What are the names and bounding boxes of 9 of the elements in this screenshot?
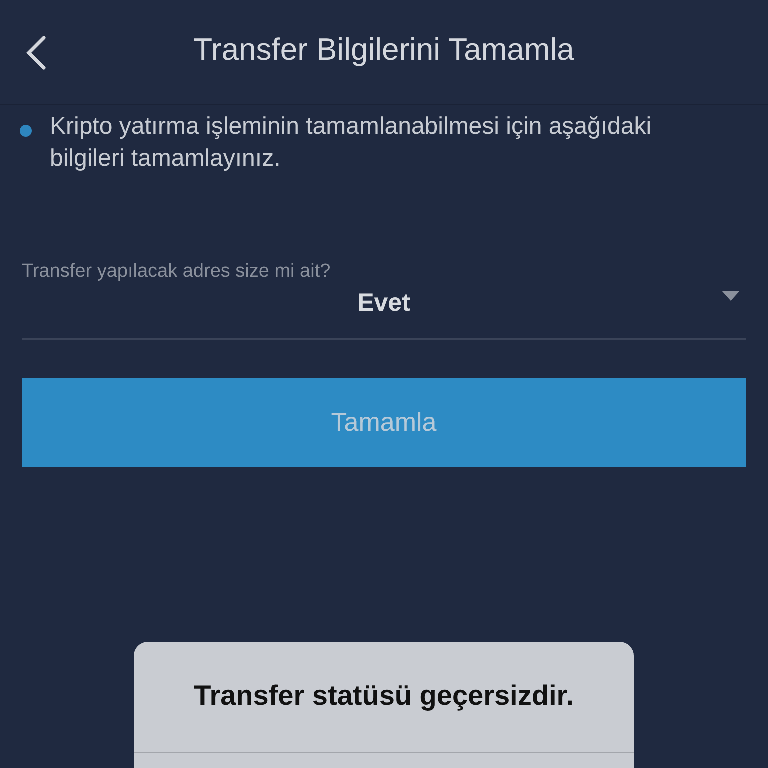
caret-icon bbox=[722, 291, 740, 301]
dropdown-field[interactable]: Transfer yapılacak adres size mi ait? Evet bbox=[22, 261, 746, 340]
page-title: Transfer Bilgilerini Tamamla bbox=[194, 32, 574, 68]
alert-message: Transfer statüsü geçersizdir. bbox=[194, 680, 574, 712]
bullet-icon bbox=[20, 125, 32, 137]
dropdown-value: Evet bbox=[358, 289, 410, 318]
back-icon[interactable] bbox=[24, 36, 48, 70]
dropdown-label: Transfer yapılacak adres size mi ait? bbox=[22, 261, 331, 283]
notice-text: Kripto yatırma işleminin tamamlanabilmesi için aşağıdaki bilgileri tamamlayınız. bbox=[50, 112, 653, 174]
